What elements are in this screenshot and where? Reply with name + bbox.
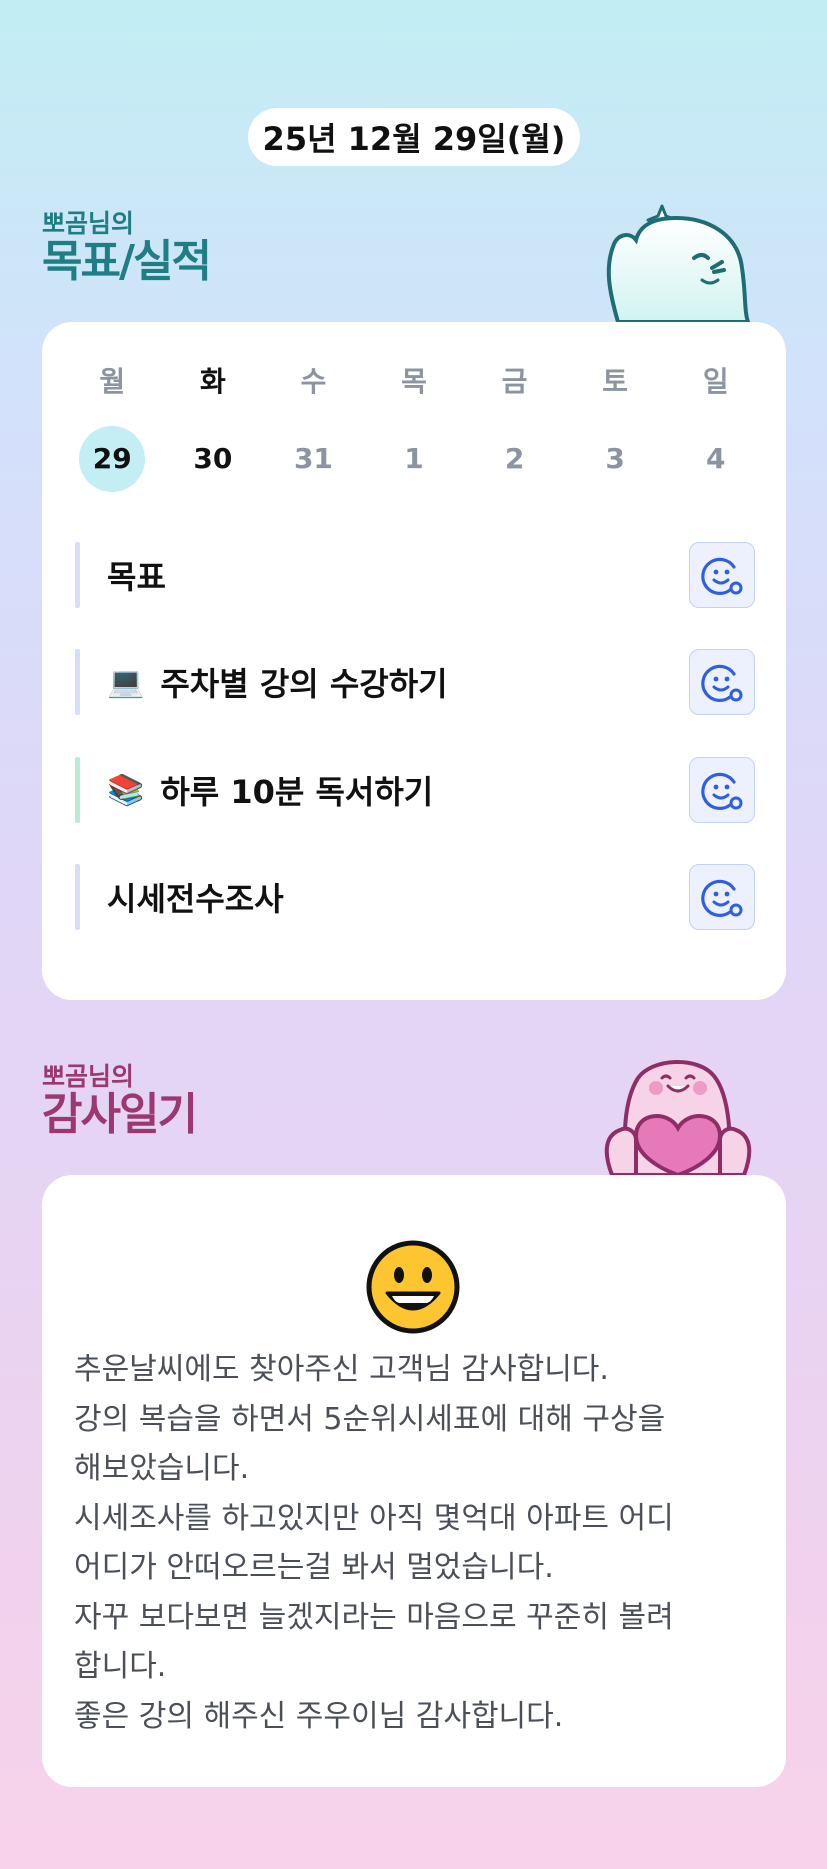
weekday-label: 일	[702, 365, 729, 398]
day-thursday[interactable]: 목 1	[364, 362, 465, 492]
goal-item[interactable]: 📚 하루 10분 독서하기	[75, 757, 755, 823]
day-monday[interactable]: 월 29	[62, 362, 163, 492]
goals-heading-subtitle: 뽀곰님의	[42, 209, 135, 238]
goals-section-heading: 뽀곰님의 목표/실적	[42, 209, 212, 287]
gratitude-diary-card: 추운날씨에도 찾아주신 고객님 감사합니다. 강의 복습을 하면서 5순위시세표에…	[42, 1175, 786, 1787]
day-friday[interactable]: 금 2	[464, 362, 565, 492]
weekday-label: 월	[99, 365, 126, 398]
date-number: 3	[605, 442, 625, 475]
day-saturday[interactable]: 토 3	[565, 362, 666, 492]
goal-label: 시세전수조사	[107, 880, 284, 918]
goal-label: 하루 10분 독서하기	[160, 773, 434, 811]
ghost-mascot-icon	[606, 204, 751, 322]
goal-reaction-button[interactable]	[689, 542, 755, 608]
diary-body: 추운날씨에도 찾아주신 고객님 감사합니다. 강의 복습을 하면서 5순위시세표에…	[74, 1345, 764, 1741]
diary-line: 강의 복습을 하면서 5순위시세표에 대해 구상을	[74, 1401, 666, 1437]
date-selector[interactable]: 25년 12월 29일(월)	[248, 108, 580, 166]
smile-reaction-icon	[701, 557, 743, 595]
goal-item[interactable]: 목표	[75, 542, 755, 608]
date-number: 31	[293, 442, 333, 475]
smile-reaction-icon	[701, 664, 743, 702]
gratitude-heading-title: 감사일기	[42, 1089, 198, 1140]
smile-reaction-icon	[701, 879, 743, 917]
bear-heart-mascot-icon	[604, 1060, 752, 1175]
diary-line: 시세조사를 하고있지만 아직 몇억대 아파트 어디	[74, 1500, 674, 1536]
diary-line: 합니다.	[74, 1649, 167, 1684]
diary-line: 추운날씨에도 찾아주신 고객님 감사합니다.	[74, 1352, 609, 1387]
diary-line: 좋은 강의 해주신 주우이님 감사합니다.	[74, 1698, 564, 1734]
goal-accent-bar	[75, 649, 80, 715]
diary-line: 어디가 안떠오르는걸 봐서 멀었습니다.	[74, 1550, 554, 1585]
weekday-label: 토	[602, 365, 629, 398]
weekday-label: 목	[401, 365, 427, 398]
date-number: 4	[706, 442, 726, 475]
goal-reaction-button[interactable]	[689, 757, 755, 823]
day-tuesday[interactable]: 화 30	[163, 362, 264, 492]
weekday-label: 화	[199, 365, 226, 398]
date-number: 30	[193, 442, 233, 475]
day-wednesday[interactable]: 수 31	[263, 362, 364, 492]
goal-reaction-button[interactable]	[689, 649, 755, 715]
gratitude-heading-subtitle: 뽀곰님의	[42, 1062, 135, 1091]
weekday-label: 금	[501, 365, 528, 398]
goal-accent-bar	[75, 864, 80, 930]
goal-label: 목표	[107, 558, 166, 596]
week-strip: 월 29 화 30 수 31 목 1 금 2 토 3 일 4	[62, 362, 766, 492]
goals-card: 월 29 화 30 수 31 목 1 금 2 토 3 일 4 목표 💻 주차별 …	[42, 322, 786, 1000]
day-sunday[interactable]: 일 4	[665, 362, 766, 492]
goal-accent-bar	[75, 542, 80, 608]
goals-heading-title: 목표/실적	[42, 236, 212, 287]
date-number: 2	[504, 442, 525, 475]
goal-item[interactable]: 시세전수조사	[75, 864, 755, 930]
laptop-icon: 💻	[107, 664, 145, 700]
smile-reaction-icon	[701, 772, 743, 810]
weekday-label: 수	[300, 365, 327, 398]
goal-item[interactable]: 💻 주차별 강의 수강하기	[75, 649, 755, 715]
date-number: 1	[404, 442, 424, 475]
grinning-face-icon	[366, 1240, 460, 1334]
gratitude-section-heading: 뽀곰님의 감사일기	[42, 1062, 198, 1140]
diary-line: 해보았습니다.	[74, 1451, 250, 1486]
books-icon: 📚	[107, 772, 145, 808]
goal-accent-bar	[75, 757, 80, 823]
diary-line: 자꾸 보다보면 늘겠지라는 마음으로 꾸준히 볼려	[74, 1599, 674, 1635]
goal-reaction-button[interactable]	[689, 864, 755, 930]
goal-label: 주차별 강의 수강하기	[160, 665, 448, 703]
date-number: 29	[79, 426, 146, 492]
